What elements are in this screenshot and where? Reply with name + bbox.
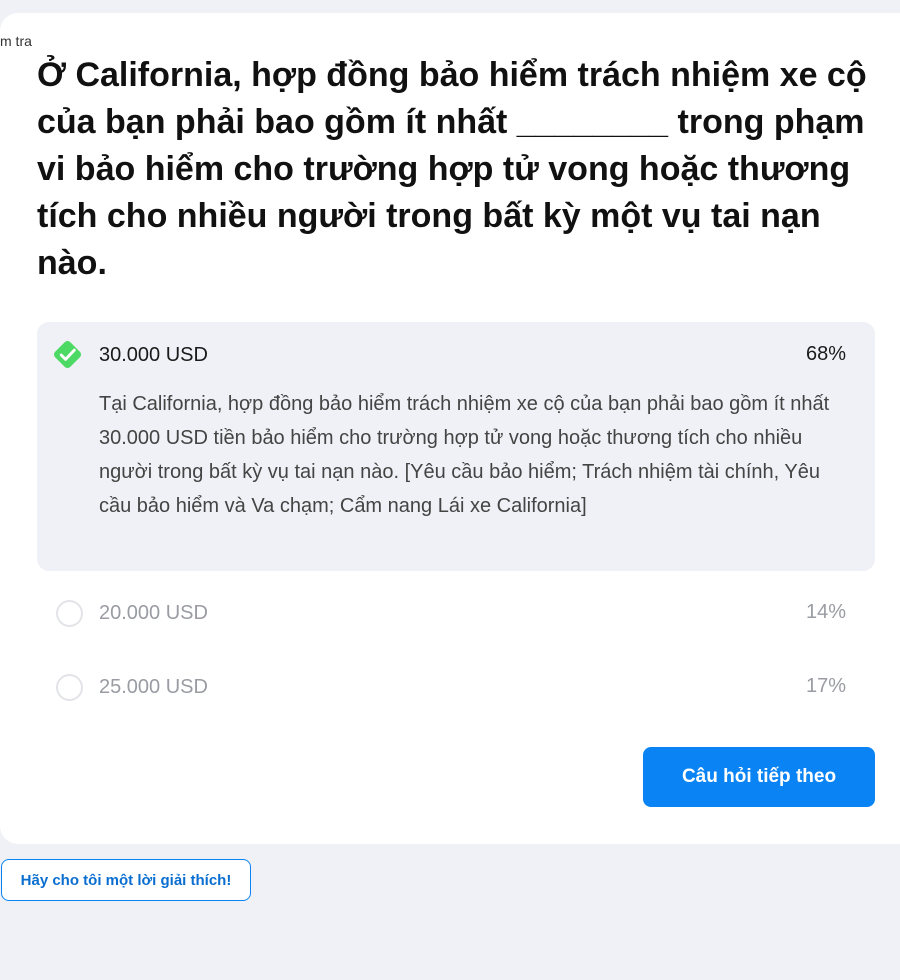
answer-option-correct[interactable]: 30.000 USD 68% Tại California, hợp đồng … (37, 322, 875, 571)
option-label: 20.000 USD (99, 602, 208, 624)
radio-empty-icon (56, 674, 83, 701)
breadcrumb-label: m tra (0, 33, 32, 49)
radio-empty-icon (56, 600, 83, 627)
answer-option[interactable]: 20.000 USD 14% (37, 583, 875, 643)
option-label: 30.000 USD (99, 344, 208, 366)
answer-explanation: Tại California, hợp đồng bảo hiểm trách … (99, 393, 830, 517)
option-percent: 14% (805, 601, 846, 623)
option-percent: 17% (805, 675, 846, 697)
next-question-button[interactable]: Câu hỏi tiếp theo (643, 747, 875, 807)
option-percent: 68% (805, 343, 846, 365)
option-label: 25.000 USD (99, 676, 208, 698)
answer-option[interactable]: 25.000 USD 17% (37, 657, 875, 717)
question-text: Ở California, hợp đồng bảo hiểm trách nh… (37, 56, 867, 282)
explain-button[interactable]: Hãy cho tôi một lời giải thích! (1, 859, 251, 901)
check-diamond-icon (53, 340, 82, 369)
